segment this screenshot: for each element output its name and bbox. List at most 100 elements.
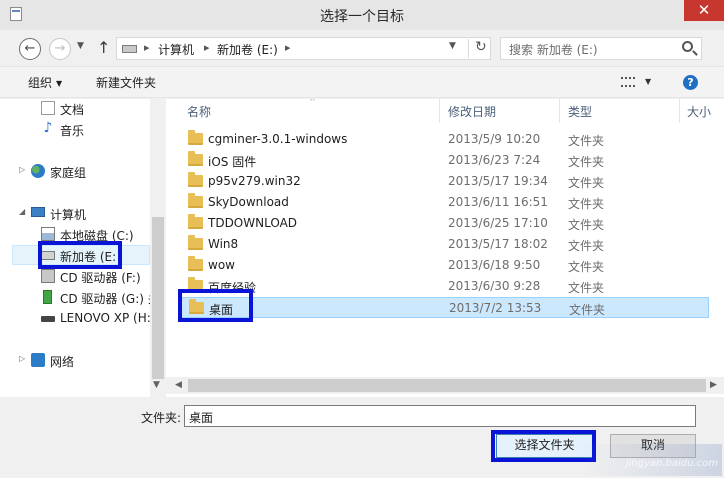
file-date: 2013/5/17 19:34	[448, 174, 548, 188]
tree-item-label: 计算机	[50, 208, 87, 222]
file-row[interactable]: 百度经验 2013/6/30 9:28 文件夹	[181, 276, 709, 297]
title-bar: 选择一个目标 ✕	[0, 0, 724, 30]
file-name: p95v279.win32	[208, 174, 301, 188]
document-icon	[41, 101, 55, 115]
new-folder-button[interactable]: 新建文件夹	[96, 74, 156, 91]
file-type: 文件夹	[569, 303, 606, 317]
scroll-down-icon[interactable]: ▼	[153, 380, 160, 390]
file-row[interactable]: TDDOWNLOAD 2013/6/25 17:10 文件夹	[181, 213, 709, 234]
organize-menu-button[interactable]: 组织 ▼	[28, 74, 62, 91]
folder-icon	[188, 172, 203, 187]
tree-item-label: 本地磁盘 (C:)	[60, 229, 134, 243]
file-type: 文件夹	[568, 197, 605, 211]
tree-item-label: 文档	[60, 103, 85, 117]
column-header-date[interactable]: 修改日期	[448, 103, 496, 120]
scrollbar-thumb[interactable]	[188, 379, 706, 392]
tree-item-label: CD 驱动器 (F:)	[60, 271, 141, 285]
folder-icon	[189, 299, 204, 314]
file-date: 2013/6/11 16:51	[448, 195, 548, 209]
file-type: 文件夹	[568, 260, 605, 274]
column-divider[interactable]	[679, 99, 680, 123]
tree-item-label: 网络	[50, 355, 75, 369]
folder-icon	[188, 235, 203, 250]
column-header-size[interactable]: 大小	[687, 103, 711, 120]
tree-item-label: LENOVO XP (H:	[60, 311, 151, 325]
column-header-row: ^ 名称 修改日期 类型 大小	[166, 99, 724, 123]
select-folder-button[interactable]: 选择文件夹	[496, 434, 593, 458]
drive-icon	[122, 45, 137, 53]
forward-button[interactable]: →	[49, 38, 71, 60]
file-row-selected[interactable]: 桌面 2013/7/2 13:53 文件夹	[181, 297, 709, 318]
file-row[interactable]: cgminer-3.0.1-windows 2013/5/9 10:20 文件夹	[181, 129, 709, 150]
folder-icon	[188, 193, 203, 208]
lenovo-drive-icon	[41, 316, 55, 322]
column-divider[interactable]	[559, 99, 560, 123]
folder-icon	[188, 151, 203, 166]
cd-drive-green-icon	[43, 290, 52, 304]
folder-icon	[188, 277, 203, 292]
folder-name-input[interactable]: 桌面	[184, 405, 696, 427]
navigation-pane: 文档 ♪ 音乐 ▷ 家庭组 ◢ 计算机 本地磁盘 (C:) 新加卷 (E: CD…	[0, 99, 166, 397]
close-button[interactable]: ✕	[684, 0, 724, 21]
help-icon[interactable]: ?	[683, 75, 698, 90]
folder-icon	[188, 214, 203, 229]
search-placeholder: 搜索 新加卷 (E:)	[509, 43, 598, 57]
search-icon[interactable]	[682, 41, 693, 52]
file-row[interactable]: Win8 2013/5/17 18:02 文件夹	[181, 234, 709, 255]
file-row[interactable]: p95v279.win32 2013/5/17 19:34 文件夹	[181, 171, 709, 192]
command-toolbar: 组织 ▼ 新建文件夹 ▼ ?	[0, 66, 724, 98]
drive-icon	[41, 251, 55, 260]
file-row[interactable]: iOS 固件 2013/6/23 7:24 文件夹	[181, 150, 709, 171]
file-date: 2013/6/18 9:50	[448, 258, 541, 272]
breadcrumb-computer[interactable]: 计算机	[158, 41, 194, 58]
file-date: 2013/5/17 18:02	[448, 237, 548, 251]
column-divider[interactable]	[439, 99, 440, 123]
file-date: 2013/7/2 13:53	[449, 301, 542, 315]
up-button[interactable]: ↑	[97, 38, 110, 57]
file-type: 文件夹	[568, 155, 605, 169]
file-row[interactable]: SkyDownload 2013/6/11 16:51 文件夹	[181, 192, 709, 213]
search-input[interactable]: 搜索 新加卷 (E:)	[500, 37, 702, 60]
tree-item-label: CD 驱动器 (G:) 关	[60, 292, 160, 306]
file-type: 文件夹	[568, 281, 605, 295]
folder-icon	[188, 130, 203, 145]
horizontal-scrollbar[interactable]: ◀ ▶	[166, 377, 724, 394]
breadcrumb-separator[interactable]: ▸	[204, 41, 210, 54]
breadcrumb-separator[interactable]: ▸	[144, 41, 150, 54]
column-header-name[interactable]: 名称	[187, 103, 211, 120]
scroll-right-icon[interactable]: ▶	[710, 380, 717, 390]
computer-icon	[31, 207, 45, 217]
folder-icon	[188, 256, 203, 271]
chevron-down-icon[interactable]: ▼	[645, 77, 651, 86]
navpane-scrollbar[interactable]: ▼	[150, 99, 166, 397]
local-disk-icon	[41, 227, 55, 241]
file-date: 2013/6/25 17:10	[448, 216, 548, 230]
file-type: 文件夹	[568, 134, 605, 148]
file-name: 桌面	[209, 303, 234, 317]
expand-arrow-icon[interactable]: ▷	[19, 354, 25, 363]
file-list: ^ 名称 修改日期 类型 大小 cgminer-3.0.1-windows 20…	[166, 99, 724, 397]
chevron-down-icon: ▼	[56, 79, 63, 88]
scrollbar-thumb[interactable]	[152, 217, 164, 379]
collapse-arrow-icon[interactable]: ◢	[19, 207, 25, 216]
tree-item-label: 家庭组	[50, 166, 87, 180]
recent-locations-button[interactable]: ▼	[77, 41, 84, 51]
file-row[interactable]: wow 2013/6/18 9:50 文件夹	[181, 255, 709, 276]
column-header-type[interactable]: 类型	[568, 103, 592, 120]
view-options-icon[interactable]	[621, 77, 635, 87]
back-button[interactable]: ←	[19, 38, 41, 60]
file-name: wow	[208, 258, 235, 272]
file-type: 文件夹	[568, 218, 605, 232]
breadcrumb-drive[interactable]: 新加卷 (E:)	[217, 41, 278, 58]
address-dropdown-button[interactable]: ▼	[449, 41, 456, 51]
file-type: 文件夹	[568, 176, 605, 190]
tree-item-label: 音乐	[60, 124, 85, 138]
folder-field-label: 文件夹:	[141, 411, 182, 425]
address-bar[interactable]: ▸ 计算机 ▸ 新加卷 (E:) ▸ ▼ ↻	[116, 37, 491, 60]
breadcrumb-separator[interactable]: ▸	[285, 41, 291, 54]
expand-arrow-icon[interactable]: ▷	[19, 165, 25, 174]
file-name: SkyDownload	[208, 195, 289, 209]
network-icon	[31, 353, 45, 367]
refresh-button[interactable]: ↻	[468, 39, 487, 58]
scroll-left-icon[interactable]: ◀	[175, 380, 182, 390]
